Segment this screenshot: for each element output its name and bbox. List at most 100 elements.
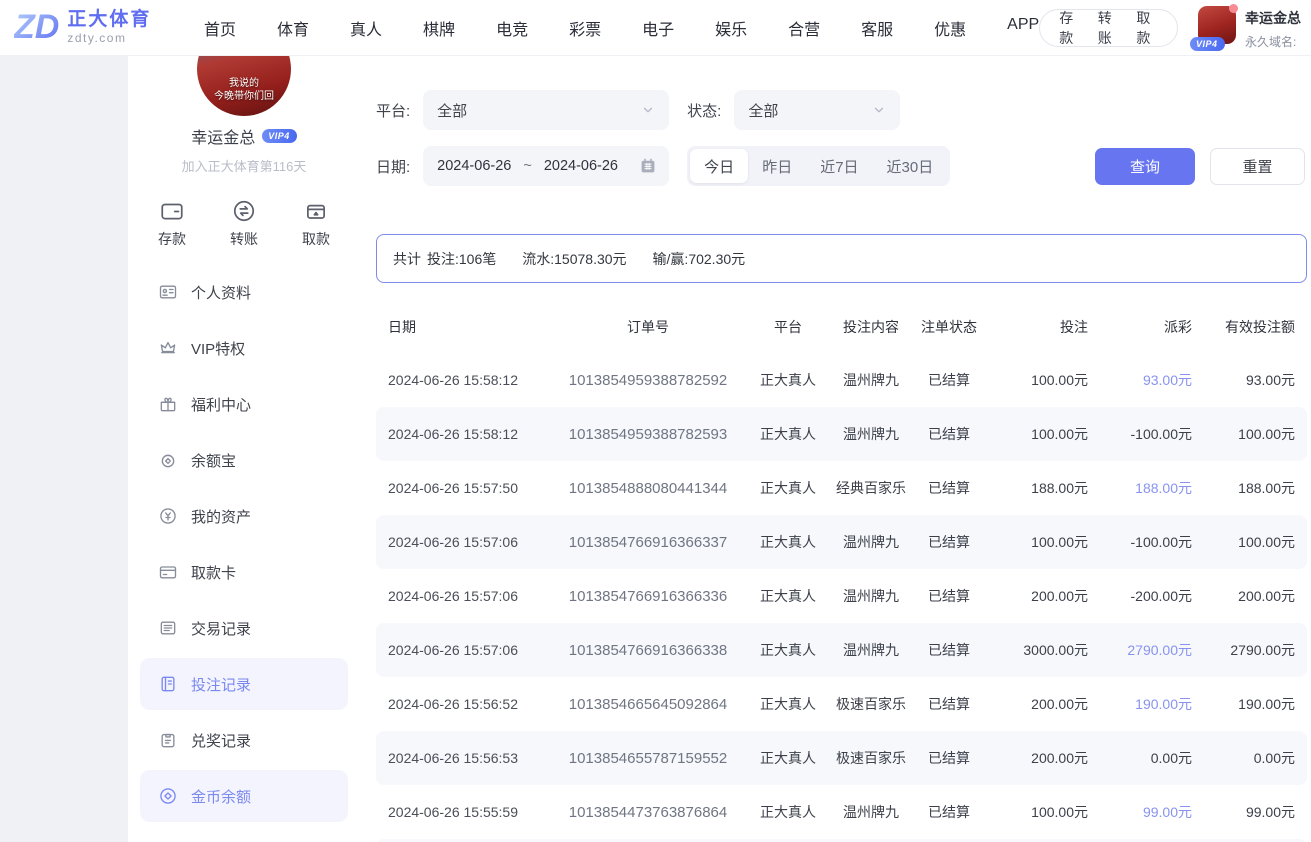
profile-avatar[interactable]: 我说的 今晚带你们回	[197, 56, 291, 116]
sidebar-item-0[interactable]: 个人资料	[140, 266, 348, 318]
nav-item-2[interactable]: 真人	[350, 16, 382, 40]
sidebar-item-6[interactable]: 交易记录	[140, 602, 348, 654]
assets-icon	[158, 506, 178, 526]
quick-action-label: 转账	[230, 229, 258, 249]
quick-action-label: 取款	[302, 229, 330, 249]
table-header-row: 日期订单号平台投注内容注单状态投注派彩有效投注额	[376, 300, 1307, 353]
nav-item-11[interactable]: APP	[1007, 16, 1039, 40]
site-logo[interactable]: ZD 正大体育 zdty.com	[14, 10, 190, 45]
pouch-icon	[158, 450, 178, 470]
nav-item-3[interactable]: 棋牌	[423, 16, 455, 40]
bet-records-table: 日期订单号平台投注内容注单状态投注派彩有效投注额 2024-06-26 15:5…	[376, 300, 1307, 842]
sidebar-item-label: 投注记录	[191, 674, 251, 695]
header-wallet-action-1[interactable]: 转账	[1098, 8, 1120, 48]
cell-platform: 正大真人	[748, 586, 828, 606]
vip-badge: VIP4	[1190, 37, 1225, 51]
quick-action-0[interactable]: 存款	[158, 198, 186, 249]
profile-vip-badge: VIP4	[262, 129, 297, 143]
nav-item-1[interactable]: 体育	[277, 16, 309, 40]
sidebar: 我说的 今晚带你们回 幸运金总 VIP4 加入正大体育第116天 存款转账取款 …	[128, 56, 360, 842]
col-header-2: 平台	[748, 317, 828, 337]
table-row: 2024-06-26 15:55:591013854473763876864正大…	[376, 785, 1307, 839]
cell-order_no: 1013854888080441344	[548, 480, 748, 497]
avatar-badge-dot	[1229, 4, 1238, 13]
avatar[interactable]: VIP4	[1198, 6, 1236, 44]
main-nav: 首页 体育 真人 棋牌 电竞 彩票 电子 娱乐 合营 客服 优惠 APP	[204, 16, 1039, 40]
nav-item-10[interactable]: 优惠	[934, 16, 966, 40]
reset-button[interactable]: 重置	[1210, 148, 1305, 185]
sidebar-item-5[interactable]: 取款卡	[140, 546, 348, 598]
summary-turnover: 流水:15078.30元	[522, 249, 626, 269]
cell-date: 2024-06-26 15:58:12	[388, 426, 548, 442]
cell-bet: 100.00元	[984, 802, 1088, 822]
status-select[interactable]: 全部	[734, 90, 900, 130]
cell-date: 2024-06-26 15:56:53	[388, 750, 548, 766]
sidebar-item-4[interactable]: 我的资产	[140, 490, 348, 542]
logo-mark-icon: ZD	[14, 10, 59, 44]
cell-status: 已结算	[914, 586, 984, 606]
cell-order_no: 1013854959388782593	[548, 426, 748, 443]
query-button[interactable]: 查询	[1095, 148, 1195, 185]
cell-content: 极速百家乐	[828, 748, 914, 768]
status-label: 状态:	[687, 100, 721, 121]
cell-platform: 正大真人	[748, 640, 828, 660]
nav-item-8[interactable]: 合营	[788, 16, 820, 40]
sidebar-item-label: 余额宝	[191, 450, 236, 471]
cell-date: 2024-06-26 15:57:06	[388, 588, 548, 604]
header-wallet-action-0[interactable]: 存款	[1059, 8, 1081, 48]
calendar-icon[interactable]	[639, 157, 657, 175]
sidebar-item-3[interactable]: 余额宝	[140, 434, 348, 486]
date-range-option-2[interactable]: 近7日	[806, 149, 872, 183]
quick-action-1[interactable]: 转账	[230, 198, 258, 249]
main-content: 平台: 全部 状态: 全部 日期: 2024-06-26 ~ 2024-0	[360, 56, 1311, 842]
bet-record-icon	[158, 674, 178, 694]
cell-bet: 3000.00元	[984, 640, 1088, 660]
sidebar-item-7[interactable]: 投注记录	[140, 658, 348, 710]
cell-content: 温州牌九	[828, 532, 914, 552]
sidebar-item-label: 我的资产	[191, 506, 251, 527]
sidebar-item-1[interactable]: VIP特权	[140, 322, 348, 374]
sidebar-item-8[interactable]: 兑奖记录	[140, 714, 348, 766]
join-days-text: 加入正大体育第116天	[128, 156, 360, 175]
cell-content: 温州牌九	[828, 640, 914, 660]
cell-bet: 200.00元	[984, 748, 1088, 768]
cell-status: 已结算	[914, 532, 984, 552]
table-row: 2024-06-26 15:56:521013854665645092864正大…	[376, 677, 1307, 731]
sidebar-item-10[interactable]: 实时返水	[140, 826, 348, 842]
nav-item-7[interactable]: 娱乐	[715, 16, 747, 40]
cell-order_no: 1013854766916366336	[548, 588, 748, 605]
col-header-0: 日期	[388, 317, 548, 337]
nav-item-4[interactable]: 电竞	[496, 16, 528, 40]
cell-payout: 93.00元	[1088, 370, 1192, 390]
header-wallet-action-2[interactable]: 取款	[1136, 8, 1158, 48]
nav-item-9[interactable]: 客服	[861, 16, 893, 40]
nav-item-5[interactable]: 彩票	[569, 16, 601, 40]
logo-name: 正大体育	[67, 10, 151, 31]
table-row: 2024-06-26 15:57:061013854766916366337正大…	[376, 515, 1307, 569]
sidebar-item-9[interactable]: 金币余额	[140, 770, 348, 822]
top-header: ZD 正大体育 zdty.com 首页 体育 真人 棋牌 电竞 彩票 电子 娱乐 合营 客服 优惠 A…	[0, 0, 1311, 56]
date-range-option-3[interactable]: 近30日	[873, 149, 948, 183]
header-user-block[interactable]: VIP4 幸运金总 永久域名:	[1198, 6, 1311, 50]
cell-valid: 188.00元	[1192, 478, 1295, 498]
cell-payout: 99.00元	[1088, 802, 1192, 822]
cell-order_no: 1013854959388782592	[548, 372, 748, 389]
sidebar-menu: 个人资料VIP特权福利中心余额宝我的资产取款卡交易记录投注记录兑奖记录金币余额实…	[128, 266, 360, 842]
summary-bar: 共计 投注:106笔 流水:15078.30元 输/赢:702.30元	[376, 234, 1307, 283]
table-row: 2024-06-26 15:57:061013854766916366338正大…	[376, 623, 1307, 677]
quick-action-2[interactable]: 取款	[302, 198, 330, 249]
deposit-icon	[159, 198, 185, 224]
nav-item-0[interactable]: 首页	[204, 16, 236, 40]
avatar-caption-1: 我说的	[229, 77, 259, 90]
date-range-option-1[interactable]: 昨日	[748, 149, 806, 183]
date-range-option-0[interactable]: 今日	[690, 149, 748, 183]
nav-item-6[interactable]: 电子	[642, 16, 674, 40]
table-row: 2024-06-26 15:58:121013854959388782592正大…	[376, 353, 1307, 407]
avatar-caption-2: 今晚带你们回	[214, 90, 274, 103]
summary-total-label: 共计	[393, 249, 421, 269]
platform-select[interactable]: 全部	[423, 90, 669, 130]
coin-icon	[158, 786, 178, 806]
cell-payout: 2790.00元	[1088, 640, 1192, 660]
date-range-input[interactable]: 2024-06-26 ~ 2024-06-26	[423, 146, 669, 186]
sidebar-item-2[interactable]: 福利中心	[140, 378, 348, 430]
